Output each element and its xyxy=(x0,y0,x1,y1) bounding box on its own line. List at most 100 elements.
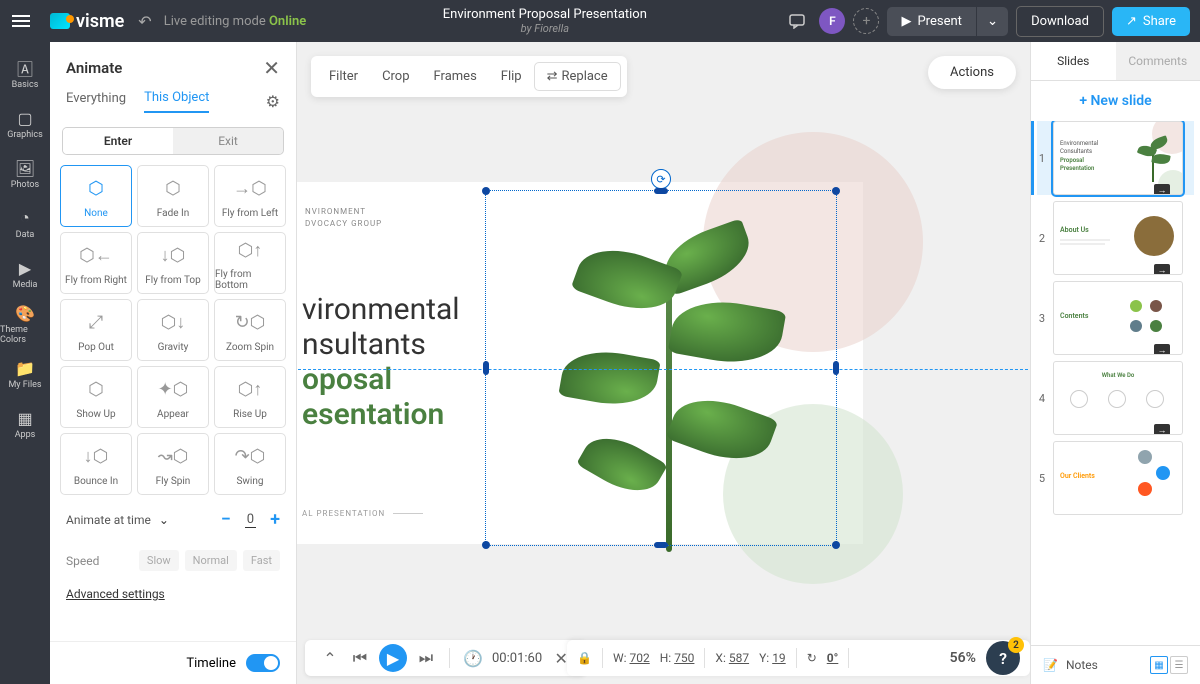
increase-time-button[interactable]: + xyxy=(270,509,280,530)
play-button[interactable]: ▶ xyxy=(379,644,407,672)
photos-icon: 🖼 xyxy=(15,160,35,176)
height-value[interactable]: 750 xyxy=(674,651,694,665)
x-value[interactable]: 587 xyxy=(729,651,749,665)
anim-fly-from-top[interactable]: ↓⬡Fly from Top xyxy=(137,232,209,294)
resize-handle-se[interactable] xyxy=(832,541,840,549)
collapse-icon[interactable]: ⌃ xyxy=(319,647,341,669)
zoom-level[interactable]: 56% xyxy=(950,650,976,666)
anim-show-up[interactable]: ⬡Show Up xyxy=(60,366,132,428)
sidebar-item-graphics[interactable]: ▢Graphics xyxy=(0,100,50,150)
slides-list[interactable]: 1 EnvironmentalConsultantsProposalPresen… xyxy=(1031,121,1200,645)
anim-appear[interactable]: ✦⬡Appear xyxy=(137,366,209,428)
anim-fly-from-bottom[interactable]: ⬡↑Fly from Bottom xyxy=(214,232,286,294)
speed-fast[interactable]: Fast xyxy=(243,550,280,571)
gear-icon[interactable]: ⚙ xyxy=(266,92,280,111)
present-button[interactable]: ▶ Present xyxy=(887,7,975,36)
chat-icon[interactable] xyxy=(783,7,811,35)
avatar[interactable]: F xyxy=(819,8,845,34)
tab-slides[interactable]: Slides xyxy=(1031,42,1116,80)
tab-this-object[interactable]: This Object xyxy=(144,90,209,113)
slide-thumb-1[interactable]: 1 EnvironmentalConsultantsProposalPresen… xyxy=(1037,121,1194,195)
anim-none[interactable]: ⬡None xyxy=(60,165,132,227)
present-dropdown[interactable]: ⌄ xyxy=(976,7,1008,36)
anim-bounce-in[interactable]: ↓⬡Bounce In xyxy=(60,433,132,495)
anim-fly-from-left[interactable]: →⬡Fly from Left xyxy=(214,165,286,227)
filter-button[interactable]: Filter xyxy=(317,62,370,91)
slide-thumb-5[interactable]: 5 Our Clients xyxy=(1037,441,1194,515)
chevron-down-icon: ⌄ xyxy=(987,14,998,29)
logo[interactable]: visme xyxy=(42,11,132,32)
crop-button[interactable]: Crop xyxy=(370,62,421,91)
lock-icon[interactable]: 🔒 xyxy=(577,651,592,665)
tab-comments[interactable]: Comments xyxy=(1116,42,1200,80)
anim-rise-up[interactable]: ⬡↑Rise Up xyxy=(214,366,286,428)
sidebar-item-media[interactable]: ▶Media xyxy=(0,250,50,300)
rotate-icon[interactable]: ↻ xyxy=(807,651,817,665)
topbar-right: F + ▶ Present ⌄ Download ↗ Share xyxy=(783,6,1200,37)
tab-everything[interactable]: Everything xyxy=(66,91,126,112)
dimensions: W: 702 H: 750 xyxy=(613,651,694,665)
resize-handle-ne[interactable] xyxy=(832,187,840,195)
add-collaborator-button[interactable]: + xyxy=(853,8,879,34)
actions-button[interactable]: Actions xyxy=(928,56,1016,89)
sidebar-item-apps[interactable]: ▦Apps xyxy=(0,400,50,450)
help-button[interactable]: ? 2 xyxy=(986,641,1020,675)
slide-thumb-4[interactable]: 4 What We Do → xyxy=(1037,361,1194,435)
resize-handle-nw[interactable] xyxy=(482,187,490,195)
close-icon[interactable]: ✕ xyxy=(263,56,280,80)
menu-button[interactable] xyxy=(0,0,42,42)
anim-fade-in[interactable]: ⬡Fade In xyxy=(137,165,209,227)
speed-normal[interactable]: Normal xyxy=(185,550,237,571)
guide-line xyxy=(298,369,1028,370)
angle-value[interactable]: 0° xyxy=(827,651,839,665)
grid-view-button[interactable]: ▦ xyxy=(1150,656,1168,674)
rotate-handle[interactable]: ⟳ xyxy=(651,169,671,189)
chevron-down-icon[interactable]: ⌄ xyxy=(159,513,169,527)
sidebar-item-photos[interactable]: 🖼Photos xyxy=(0,150,50,200)
speed-slow[interactable]: Slow xyxy=(139,550,179,571)
replace-button[interactable]: ⇄Replace xyxy=(534,62,621,91)
anim-zoom-spin[interactable]: ↻⬡Zoom Spin xyxy=(214,299,286,361)
anim-fly-from-right[interactable]: ⬡←Fly from Right xyxy=(60,232,132,294)
download-button[interactable]: Download xyxy=(1016,6,1104,37)
width-value[interactable]: 702 xyxy=(630,651,650,665)
resize-handle-sw[interactable] xyxy=(482,541,490,549)
sidebar-item-data[interactable]: ◔Data xyxy=(0,200,50,250)
anim-pop-out[interactable]: ⤢Pop Out xyxy=(60,299,132,361)
frames-button[interactable]: Frames xyxy=(422,62,489,91)
exit-button[interactable]: Exit xyxy=(173,128,283,154)
sidebar-item-basics[interactable]: 🄰Basics xyxy=(0,50,50,100)
share-button[interactable]: ↗ Share xyxy=(1112,7,1190,36)
resize-handle-w[interactable] xyxy=(483,361,489,375)
canvas-area[interactable]: Filter Crop Frames Flip ⇄Replace Actions… xyxy=(297,42,1030,684)
media-icon: ▶ xyxy=(15,260,35,276)
new-slide-button[interactable]: + New slide xyxy=(1031,81,1200,121)
prev-button[interactable]: ⏮ xyxy=(349,647,371,669)
decrease-time-button[interactable]: − xyxy=(221,509,231,530)
timeline-toggle[interactable] xyxy=(246,654,280,672)
anim-swing[interactable]: ↷⬡Swing xyxy=(214,433,286,495)
list-view-button[interactable]: ☰ xyxy=(1170,656,1188,674)
sidebar-item-theme-colors[interactable]: 🎨Theme Colors xyxy=(0,300,50,350)
resize-handle-e[interactable] xyxy=(833,361,839,375)
resize-handle-s[interactable] xyxy=(654,542,668,548)
replace-icon: ⇄ xyxy=(547,69,558,84)
slide-thumb-2[interactable]: 2 About Us → xyxy=(1037,201,1194,275)
sidebar-item-my-files[interactable]: 📁My Files xyxy=(0,350,50,400)
notes-button[interactable]: Notes xyxy=(1066,658,1098,672)
slide-footer: AL PRESENTATION xyxy=(302,509,423,518)
selection-box[interactable]: ⟳ xyxy=(485,190,837,546)
anim-gravity[interactable]: ⬡↓Gravity xyxy=(137,299,209,361)
flip-button[interactable]: Flip xyxy=(489,62,534,91)
next-button[interactable]: ⏭ xyxy=(415,647,437,669)
time-value[interactable]: 0 xyxy=(245,512,256,528)
undo-icon[interactable]: ↶ xyxy=(138,12,151,31)
anim-fly-spin[interactable]: ↝⬡Fly Spin xyxy=(137,433,209,495)
slide-thumb-3[interactable]: 3 Contents → xyxy=(1037,281,1194,355)
advanced-settings-link[interactable]: Advanced settings xyxy=(50,577,296,611)
spin-icon: ↻⬡ xyxy=(232,308,268,338)
document-title[interactable]: Environment Proposal Presentation xyxy=(306,7,783,22)
enter-button[interactable]: Enter xyxy=(63,128,173,154)
resize-handle-n[interactable] xyxy=(654,188,668,194)
y-value[interactable]: 19 xyxy=(772,651,786,665)
